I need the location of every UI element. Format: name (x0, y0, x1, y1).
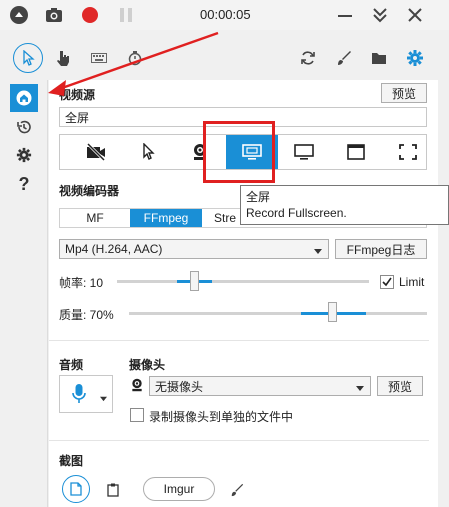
window-icon (347, 144, 365, 160)
minimize-button[interactable] (334, 4, 356, 26)
brush-icon (231, 483, 244, 497)
clipboard-button[interactable] (103, 480, 123, 500)
history-icon (17, 120, 31, 134)
audio-label: 音频 (59, 358, 84, 372)
brush-button[interactable] (329, 43, 359, 73)
tool-bar (0, 38, 449, 78)
format-value: Mp4 (H.264, AAC) (65, 242, 163, 256)
screenshot-label: 截图 (59, 454, 84, 468)
nav-help[interactable]: ? (10, 170, 38, 198)
imgur-button[interactable]: Imgur (143, 477, 215, 501)
separate-file-checkbox[interactable] (130, 408, 144, 422)
chevron-down-icon (356, 381, 364, 395)
gear-icon (407, 50, 423, 66)
tooltip: 全屏 Record Fullscreen. (240, 185, 449, 225)
webcam-value: 无摄像头 (155, 379, 204, 394)
no-video-icon (86, 143, 106, 161)
collapse-panel-button[interactable] (369, 4, 391, 26)
click-tool-button[interactable] (48, 43, 78, 73)
close-icon (408, 8, 422, 22)
camera-icon (46, 8, 62, 22)
cursor-icon (143, 143, 155, 160)
microphone-icon (72, 384, 86, 403)
question-icon: ? (18, 173, 30, 194)
settings-button[interactable] (400, 43, 430, 73)
home-icon (16, 90, 32, 106)
format-select[interactable]: Mp4 (H.264, AAC) (59, 239, 329, 259)
source-region-select[interactable] (382, 135, 434, 169)
collapse-button[interactable] (8, 4, 30, 26)
refresh-button[interactable] (293, 43, 323, 73)
webcam-select[interactable]: 无摄像头 (149, 376, 371, 396)
keyboard-icon (91, 53, 107, 63)
monitor-icon (294, 144, 314, 160)
fps-slider-thumb[interactable] (190, 271, 199, 291)
record-button[interactable] (79, 4, 101, 26)
pause-button[interactable] (115, 4, 137, 26)
divider (49, 340, 429, 341)
fps-label: 帧率: 10 (59, 276, 104, 290)
separate-file-label: 录制摄像头到单独的文件中 (149, 410, 294, 424)
record-icon (82, 7, 98, 23)
source-preview-button[interactable]: 预览 (381, 83, 427, 103)
minimize-icon (338, 15, 352, 17)
divider (49, 440, 429, 441)
tab-mf[interactable]: MF (60, 209, 130, 227)
double-chevron-down-icon (373, 8, 387, 23)
tooltip-description: Record Fullscreen. (246, 206, 347, 220)
webcam-icon (130, 377, 144, 396)
chevron-down-icon (100, 391, 107, 405)
quality-slider-track (129, 312, 427, 315)
recording-timer: 00:00:05 (200, 7, 251, 22)
video-source-label: 视频源 (59, 88, 96, 102)
timer-tool-button[interactable] (120, 43, 150, 73)
nav-settings[interactable] (10, 141, 38, 169)
close-button[interactable] (404, 4, 426, 26)
check-icon (382, 277, 392, 287)
keystrokes-tool-button[interactable] (84, 43, 114, 73)
scrollbar[interactable] (438, 80, 449, 507)
pause-icon (120, 8, 132, 22)
fps-slider-track (117, 280, 369, 283)
nav-history[interactable] (10, 113, 38, 141)
webcam-preview-button[interactable]: 预览 (377, 376, 423, 396)
source-region[interactable] (122, 135, 174, 169)
limit-label: Limit (399, 275, 425, 289)
refresh-icon (301, 51, 315, 65)
nav-home[interactable] (10, 84, 38, 112)
side-nav: ? (0, 80, 48, 507)
source-window[interactable] (330, 135, 382, 169)
tooltip-title: 全屏 (246, 190, 271, 204)
clipboard-icon (107, 483, 119, 497)
cursor-icon (23, 50, 35, 66)
source-monitor[interactable] (278, 135, 330, 169)
limit-checkbox[interactable] (380, 275, 394, 289)
save-to-file-button[interactable] (62, 475, 90, 503)
editor-button[interactable] (227, 480, 247, 500)
chevron-down-icon (314, 244, 322, 258)
video-encoder-label: 视频编码器 (59, 184, 120, 198)
open-folder-button[interactable] (364, 43, 394, 73)
region-select-icon (399, 144, 417, 160)
screenshot-button[interactable] (43, 4, 65, 26)
ffmpeg-log-button[interactable]: FFmpeg日志 (335, 239, 427, 259)
quality-slider-thumb[interactable] (328, 302, 337, 322)
file-icon (70, 482, 82, 496)
gear-icon (16, 147, 32, 163)
quality-label: 质量: 70% (59, 308, 114, 322)
cursor-tool-button[interactable] (13, 43, 43, 73)
hand-pointer-icon (57, 51, 69, 66)
audio-source-dropdown[interactable] (59, 375, 113, 413)
title-bar: 00:00:05 (0, 0, 449, 30)
webcam-label: 摄像头 (129, 358, 166, 372)
folder-icon (372, 53, 386, 64)
brush-icon (338, 51, 351, 65)
tab-ffmpeg[interactable]: FFmpeg (130, 209, 202, 227)
stopwatch-icon (128, 51, 142, 66)
annotation-highlight (203, 121, 275, 183)
source-no-video[interactable] (70, 135, 122, 169)
chevron-up-circle-icon (10, 6, 28, 24)
